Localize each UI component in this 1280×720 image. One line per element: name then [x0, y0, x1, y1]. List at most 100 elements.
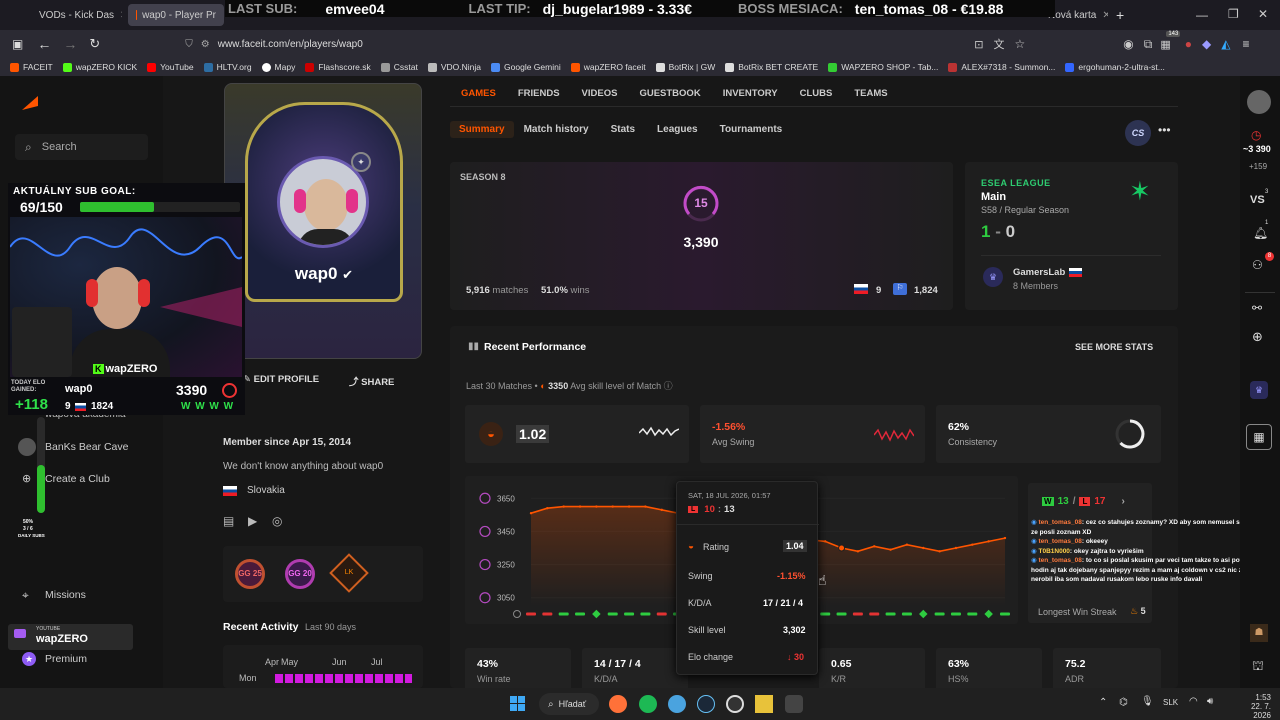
app-icon-2[interactable] — [755, 695, 773, 713]
browser-tab-vods[interactable]: VODs - Kick Das ✕ — [26, 4, 122, 26]
tab-friends[interactable]: FRIENDS — [518, 88, 560, 99]
bookmark-hltv[interactable]: HLTV.org — [203, 62, 252, 72]
bookmark-shop[interactable]: WAPZERO SHOP - Tab... — [828, 62, 938, 72]
elo-data-point[interactable] — [644, 505, 647, 508]
cs2-game-icon[interactable]: CS — [1125, 120, 1151, 146]
elo-data-point[interactable] — [905, 543, 909, 546]
elo-data-point[interactable] — [987, 540, 990, 543]
add-icon[interactable]: ⊕ — [1252, 329, 1263, 345]
missions-link[interactable]: Missions — [45, 589, 86, 601]
window-close-icon[interactable]: ✕ — [1258, 7, 1268, 21]
elo-data-point[interactable] — [660, 508, 663, 512]
language-indicator[interactable]: SLK — [1163, 698, 1178, 707]
maximize-icon[interactable]: ❐ — [1228, 7, 1239, 21]
tab-guestbook[interactable]: GUESTBOOK — [639, 88, 700, 99]
info-icon[interactable]: ⓘ — [664, 381, 673, 391]
extension-badge-icon[interactable]: ▦ 143 — [1160, 30, 1181, 51]
faceit-logo-icon[interactable] — [22, 96, 38, 110]
bookmark-csstat[interactable]: Csstat — [380, 62, 418, 72]
friends-icon[interactable]: ⚇ — [1252, 258, 1263, 272]
bookmark-alex[interactable]: ALEX#7318 - Summon... — [948, 62, 1055, 72]
esea-team[interactable]: GamersLab — [1013, 267, 1065, 278]
search-input[interactable]: ⌕ Search — [15, 134, 148, 160]
ublock-icon[interactable]: ● — [1185, 37, 1192, 51]
address-bar[interactable]: ⛉ ⚙ www.faceit.com/en/players/wap0 ⊡ 文 ☆ — [185, 33, 1025, 55]
spotify-icon[interactable] — [639, 695, 657, 713]
badge-gg25[interactable]: GG 25 — [235, 559, 265, 589]
forward-icon[interactable]: → — [63, 36, 77, 52]
tab-games[interactable]: GAMES — [461, 88, 496, 99]
share-button[interactable]: ⤴ SHARE — [349, 374, 394, 388]
close-icon[interactable]: ✕ — [1102, 10, 1108, 21]
microphone-icon[interactable]: 🎙︎ — [1141, 696, 1154, 707]
browser-tab-faceit[interactable]: wap0 - Player Pr — [128, 4, 224, 26]
elo-data-point[interactable] — [627, 505, 631, 508]
app-icon[interactable] — [668, 695, 686, 713]
user-avatar[interactable] — [1247, 90, 1271, 114]
tab-manager-icon[interactable]: ▣ — [12, 37, 23, 51]
elo-data-point[interactable] — [824, 540, 827, 543]
bookmark-ergohuman[interactable]: ergohuman-2-ultra-st... — [1065, 62, 1165, 72]
elo-data-point[interactable] — [922, 546, 925, 550]
windows-start-icon[interactable] — [510, 696, 525, 711]
clock[interactable]: 1:53 22. 7. 2026 — [1231, 693, 1271, 720]
menu-icon[interactable]: ≡ — [1242, 37, 1249, 51]
bookmark-botrix-gw[interactable]: BotRix | GW — [655, 62, 715, 72]
bell-icon[interactable]: 🔔︎ — [1253, 226, 1268, 240]
badge-gg20[interactable]: GG 20 — [285, 559, 315, 589]
elo-data-point[interactable] — [954, 546, 958, 550]
tab-clubs[interactable]: CLUBS — [800, 88, 833, 99]
new-tab-icon[interactable]: + — [1116, 7, 1124, 23]
tab-match-history[interactable]: Match history — [524, 124, 589, 135]
translate-icon[interactable]: 文 — [993, 36, 1004, 52]
taskbar-search[interactable]: ⌕ Hľadať — [539, 693, 599, 715]
bookmark-youtube[interactable]: YouTube — [147, 62, 194, 72]
obs-icon[interactable] — [726, 695, 744, 713]
bookmark-wapzero-faceit[interactable]: wapZERO faceit — [570, 62, 646, 72]
extensions-icon[interactable]: ⧉ — [1144, 37, 1153, 52]
bookmark-kick[interactable]: wapZERO KICK — [62, 62, 137, 72]
create-club-link[interactable]: Create a Club — [45, 473, 110, 485]
elo-data-point[interactable] — [889, 548, 892, 551]
bookmark-faceit[interactable]: FACEIT — [10, 62, 53, 72]
network-icon[interactable]: ⌬ — [1119, 697, 1128, 708]
tab-leagues[interactable]: Leagues — [657, 124, 698, 135]
chevron-right-icon[interactable]: › — [1121, 496, 1124, 507]
firefox-icon[interactable] — [609, 695, 627, 713]
url-text[interactable]: www.faceit.com/en/players/wap0 — [218, 39, 363, 50]
wifi-icon[interactable]: ◠ — [1189, 696, 1198, 707]
youtube-social-icon[interactable]: ▶ — [248, 514, 257, 528]
tab-tournaments[interactable]: Tournaments — [720, 124, 783, 135]
steam-taskbar-icon[interactable] — [697, 695, 715, 713]
bookmark-flashscore[interactable]: Flashscore.sk — [305, 62, 371, 72]
volume-icon[interactable]: 🔊︎ — [1207, 696, 1213, 707]
bookmark-mapy[interactable]: Mapy — [261, 62, 295, 72]
club-item[interactable]: BanKs Bear Cave — [45, 441, 128, 453]
elo-data-point[interactable] — [938, 550, 941, 553]
bookmark-botrix-bet[interactable]: BotRix BET CREATE — [725, 62, 818, 72]
tab-inventory[interactable]: INVENTORY — [723, 88, 778, 99]
elo-data-point[interactable] — [971, 543, 974, 546]
elo-data-point[interactable] — [1003, 536, 1007, 540]
bookmark-gemini[interactable]: Google Gemini — [491, 62, 561, 72]
elo-highlight-point[interactable] — [838, 544, 846, 552]
elo-data-point[interactable] — [611, 505, 614, 508]
elo-data-point[interactable] — [562, 505, 565, 508]
back-icon[interactable]: ← — [37, 36, 51, 52]
badge-hexagon[interactable]: LK — [329, 553, 369, 593]
minimize-icon[interactable]: — — [1196, 8, 1208, 22]
tab-stats[interactable]: Stats — [611, 124, 635, 135]
elo-data-point[interactable] — [856, 550, 860, 553]
tab-summary[interactable]: Summary — [450, 121, 514, 138]
extension-icon[interactable]: ◆ — [1202, 37, 1211, 51]
see-more-stats-link[interactable]: SEE MORE STATS — [1075, 342, 1153, 352]
elo-data-point[interactable] — [529, 512, 533, 515]
party-icon[interactable]: ⚯ — [1252, 301, 1262, 315]
chip-icon[interactable]: ▦ — [1246, 424, 1272, 450]
club-icon[interactable]: ♛ — [1250, 381, 1268, 399]
tab-videos[interactable]: VIDEOS — [582, 88, 618, 99]
elo-data-point[interactable] — [873, 545, 876, 548]
premium-link[interactable]: Premium — [45, 653, 87, 665]
bookmark-vdoninja[interactable]: VDO.Ninja — [427, 62, 481, 72]
elo-data-point[interactable] — [595, 505, 598, 508]
